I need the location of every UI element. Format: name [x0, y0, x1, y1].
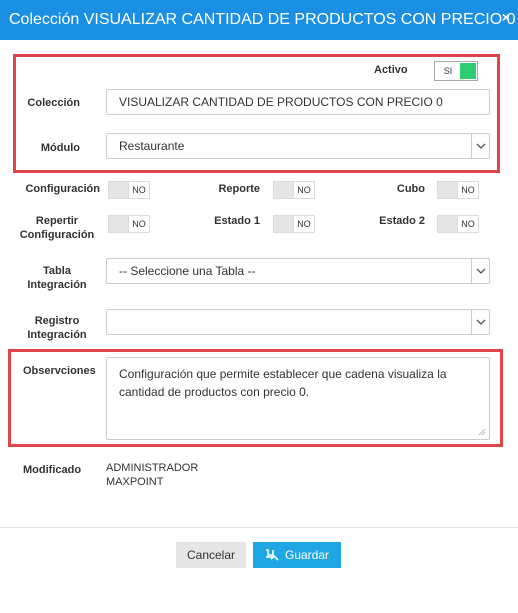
tabla-label-line1: Tabla [43, 265, 71, 277]
estado2-label: Estado 2 [379, 215, 425, 227]
modulo-select[interactable]: Restaurante [106, 133, 490, 159]
reporte-label: Reporte [218, 183, 260, 195]
chevron-down-icon[interactable] [471, 310, 489, 334]
observaciones-textarea[interactable]: Configuración que permite establecer que… [106, 357, 490, 440]
estado2-toggle-text: NO [457, 215, 479, 233]
toggle-knob [108, 181, 130, 199]
modificado-value: ADMINISTRADOR MAXPOINT [106, 461, 198, 489]
modificado-user: ADMINISTRADOR [106, 462, 199, 474]
save-icon [265, 549, 279, 561]
save-button[interactable]: Guardar [253, 542, 341, 568]
registro-label-line1: Registro [34, 315, 80, 327]
repertir-label-line2: Configuración [19, 229, 95, 241]
modificado-label: Modificado [23, 464, 82, 476]
tabla-selected-value: -- Seleccione una Tabla -- [119, 264, 256, 278]
cubo-toggle-text: NO [457, 181, 479, 199]
repertir-label-line1: Repertir [35, 215, 79, 227]
toggle-knob [437, 181, 459, 199]
dialog-title: Colección VISUALIZAR CANTIDAD DE PRODUCT… [9, 11, 516, 28]
repertir-toggle-text: NO [128, 215, 150, 233]
repertir-configuracion-toggle[interactable]: NO [108, 215, 150, 233]
reporte-toggle[interactable]: NO [273, 181, 315, 199]
save-button-label: Guardar [284, 548, 330, 562]
chevron-down-icon[interactable] [471, 134, 489, 158]
activo-toggle-text: SI [443, 66, 453, 76]
configuracion-label: Configuración [25, 183, 100, 195]
modificado-system: MAXPOINT [106, 476, 164, 488]
estado1-label: Estado 1 [214, 215, 260, 227]
toggle-knob [273, 181, 295, 199]
chevron-down-icon[interactable] [471, 259, 489, 283]
toggle-knob [460, 63, 476, 79]
activo-label: Activo [374, 64, 408, 76]
tabla-integracion-select[interactable]: -- Seleccione una Tabla -- [106, 258, 490, 284]
configuracion-toggle-text: NO [128, 181, 150, 199]
coleccion-label: Colección [27, 97, 80, 109]
activo-toggle[interactable]: SI [434, 61, 478, 81]
observaciones-label: Observciones [23, 365, 96, 377]
registro-integracion-select[interactable] [106, 309, 490, 335]
toggle-knob [437, 215, 459, 233]
estado1-toggle-text: NO [293, 215, 315, 233]
cancel-button[interactable]: Cancelar [176, 542, 246, 568]
estado2-toggle[interactable]: NO [437, 215, 479, 233]
toggle-knob [108, 215, 130, 233]
cubo-label: Cubo [396, 183, 425, 195]
tabla-label-line2: Integración [27, 279, 87, 291]
cubo-toggle[interactable]: NO [437, 181, 479, 199]
registro-integracion-label: Registro Integración [14, 314, 100, 342]
modulo-selected-value: Restaurante [119, 139, 185, 153]
toggle-knob [273, 215, 295, 233]
repertir-configuracion-label: Repertir Configuración [14, 214, 100, 242]
observaciones-text: Configuración que permite establecer que… [119, 367, 447, 399]
coleccion-input[interactable]: VISUALIZAR CANTIDAD DE PRODUCTOS CON PRE… [106, 89, 490, 115]
close-icon[interactable]: × [502, 9, 510, 25]
configuracion-toggle[interactable]: NO [108, 181, 150, 199]
registro-label-line2: Integración [27, 329, 87, 341]
reporte-toggle-text: NO [293, 181, 315, 199]
footer-divider [0, 527, 518, 528]
estado1-toggle[interactable]: NO [273, 215, 315, 233]
resize-handle-icon[interactable] [478, 428, 486, 436]
dialog-header: Colección VISUALIZAR CANTIDAD DE PRODUCT… [0, 0, 518, 40]
tabla-integracion-label: Tabla Integración [14, 264, 100, 292]
modulo-label: Módulo [40, 142, 80, 154]
